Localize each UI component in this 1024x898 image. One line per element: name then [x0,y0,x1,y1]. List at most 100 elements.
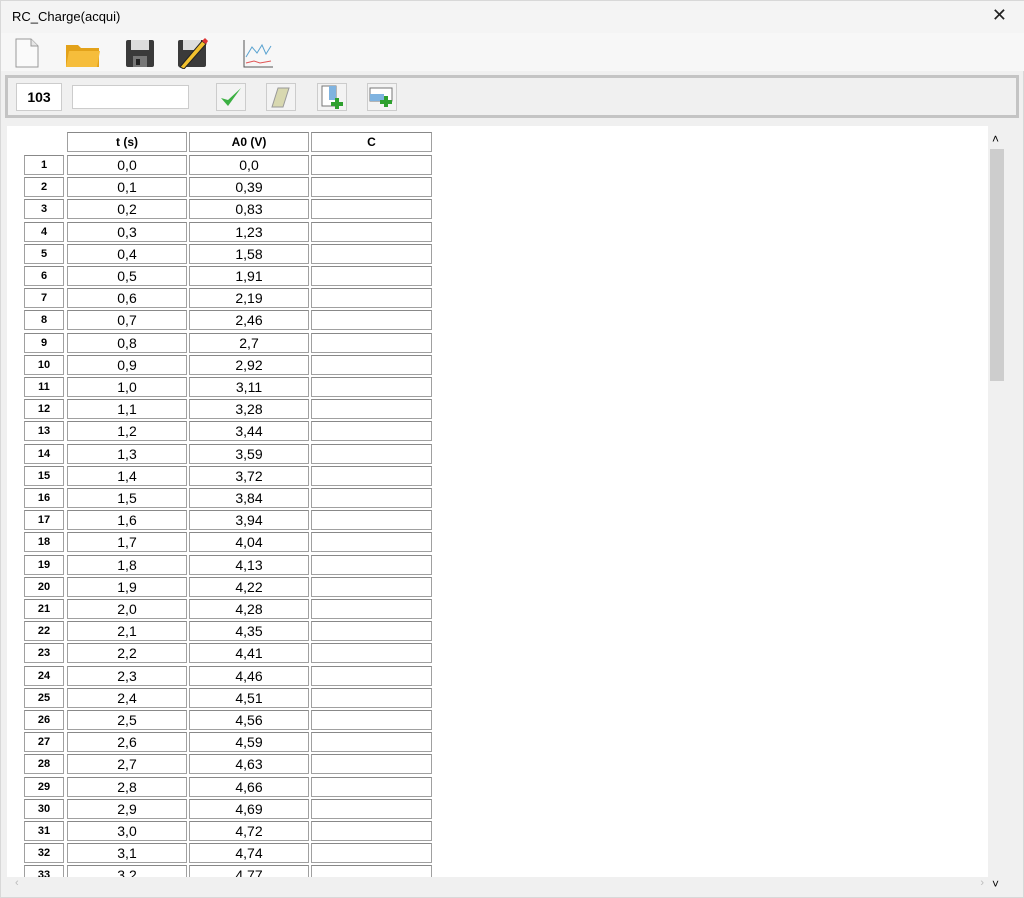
erase-button[interactable] [266,83,296,111]
row-header[interactable]: 24 [24,665,64,686]
table-cell[interactable]: 4,69 [189,798,309,819]
table-cell[interactable]: 3,11 [189,377,309,397]
row-header[interactable]: 6 [24,266,64,286]
add-column-button[interactable] [317,83,347,111]
table-cell[interactable]: 3,28 [189,399,309,420]
row-header[interactable]: 4 [24,221,64,242]
row-header[interactable]: 19 [24,554,64,575]
table-cell[interactable] [311,510,432,531]
add-row-button[interactable] [367,83,397,111]
table-cell[interactable]: 2,5 [67,710,187,730]
row-header[interactable]: 20 [24,576,64,597]
vertical-scrollbar[interactable]: ˄ ˅ [989,132,1005,891]
table-cell[interactable]: 4,35 [189,621,309,642]
table-cell[interactable]: 1,0 [67,377,187,397]
table-cell[interactable]: 3,0 [67,821,187,841]
table-cell[interactable] [311,310,432,331]
row-header[interactable]: 5 [24,243,64,264]
table-cell[interactable]: 2,46 [189,310,309,331]
table-cell[interactable] [311,576,432,597]
table-cell[interactable] [311,332,432,353]
row-header[interactable]: 9 [24,332,64,353]
table-cell[interactable]: 1,8 [67,554,187,575]
table-cell[interactable]: 1,4 [67,465,187,486]
row-header[interactable]: 2 [24,177,64,198]
table-cell[interactable] [311,798,432,819]
row-header[interactable]: 23 [24,643,64,664]
table-cell[interactable]: 4,04 [189,532,309,553]
table-cell[interactable]: 4,56 [189,710,309,730]
row-header[interactable]: 30 [24,798,64,819]
row-header[interactable]: 1 [24,155,64,175]
table-cell[interactable]: 1,1 [67,399,187,420]
scroll-right-icon[interactable]: › [980,877,984,889]
table-cell[interactable] [311,532,432,553]
value-input[interactable] [72,85,189,109]
table-cell[interactable]: 2,1 [67,621,187,642]
table-cell[interactable] [311,288,432,309]
table-cell[interactable] [311,177,432,198]
table-cell[interactable] [311,643,432,664]
row-header[interactable]: 32 [24,843,64,864]
table-cell[interactable]: 4,63 [189,754,309,775]
table-cell[interactable]: 1,23 [189,221,309,242]
table-cell[interactable] [311,665,432,686]
table-cell[interactable] [311,465,432,486]
column-header[interactable]: t (s) [67,132,187,152]
table-cell[interactable]: 0,7 [67,310,187,331]
table-cell[interactable]: 2,4 [67,687,187,708]
row-header[interactable]: 13 [24,421,64,442]
table-cell[interactable]: 1,3 [67,443,187,464]
table-cell[interactable] [311,754,432,775]
table-cell[interactable]: 4,59 [189,732,309,753]
row-header[interactable]: 21 [24,599,64,619]
table-cell[interactable] [311,843,432,864]
save-icon[interactable] [124,37,156,69]
row-header[interactable]: 10 [24,354,64,375]
row-header[interactable]: 33 [24,865,64,877]
save-as-icon[interactable] [176,37,208,70]
table-cell[interactable]: 2,7 [189,332,309,353]
table-cell[interactable]: 2,92 [189,354,309,375]
table-cell[interactable]: 0,8 [67,332,187,353]
row-header[interactable]: 29 [24,776,64,797]
table-cell[interactable] [311,266,432,286]
row-header[interactable]: 27 [24,732,64,753]
table-cell[interactable]: 4,46 [189,665,309,686]
table-cell[interactable]: 0,9 [67,354,187,375]
table-cell[interactable]: 0,4 [67,243,187,264]
scroll-left-icon[interactable]: ‹ [15,877,19,889]
table-cell[interactable]: 4,51 [189,687,309,708]
table-cell[interactable]: 1,2 [67,421,187,442]
scroll-down-icon[interactable]: ˅ [992,877,999,891]
table-cell[interactable]: 4,41 [189,643,309,664]
table-cell[interactable]: 1,6 [67,510,187,531]
table-cell[interactable] [311,687,432,708]
column-header[interactable]: C [311,132,432,152]
table-cell[interactable]: 0,0 [189,155,309,175]
graph-icon[interactable] [242,37,274,69]
table-cell[interactable]: 2,9 [67,798,187,819]
scroll-thumb[interactable] [990,149,1004,381]
table-cell[interactable] [311,732,432,753]
row-header[interactable]: 15 [24,465,64,486]
validate-button[interactable] [216,83,246,111]
row-header[interactable]: 7 [24,288,64,309]
row-header[interactable]: 12 [24,399,64,420]
row-header[interactable]: 16 [24,488,64,508]
table-cell[interactable]: 0,5 [67,266,187,286]
table-cell[interactable]: 2,19 [189,288,309,309]
table-cell[interactable] [311,710,432,730]
table-cell[interactable]: 2,7 [67,754,187,775]
table-cell[interactable]: 4,66 [189,776,309,797]
table-cell[interactable] [311,865,432,877]
table-cell[interactable]: 4,13 [189,554,309,575]
table-cell[interactable]: 0,2 [67,199,187,220]
new-file-icon[interactable] [11,37,43,69]
row-header[interactable]: 26 [24,710,64,730]
table-cell[interactable]: 0,1 [67,177,187,198]
table-cell[interactable] [311,221,432,242]
table-cell[interactable]: 2,8 [67,776,187,797]
horizontal-scrollbar[interactable]: ‹ › [7,877,988,893]
table-cell[interactable]: 4,72 [189,821,309,841]
